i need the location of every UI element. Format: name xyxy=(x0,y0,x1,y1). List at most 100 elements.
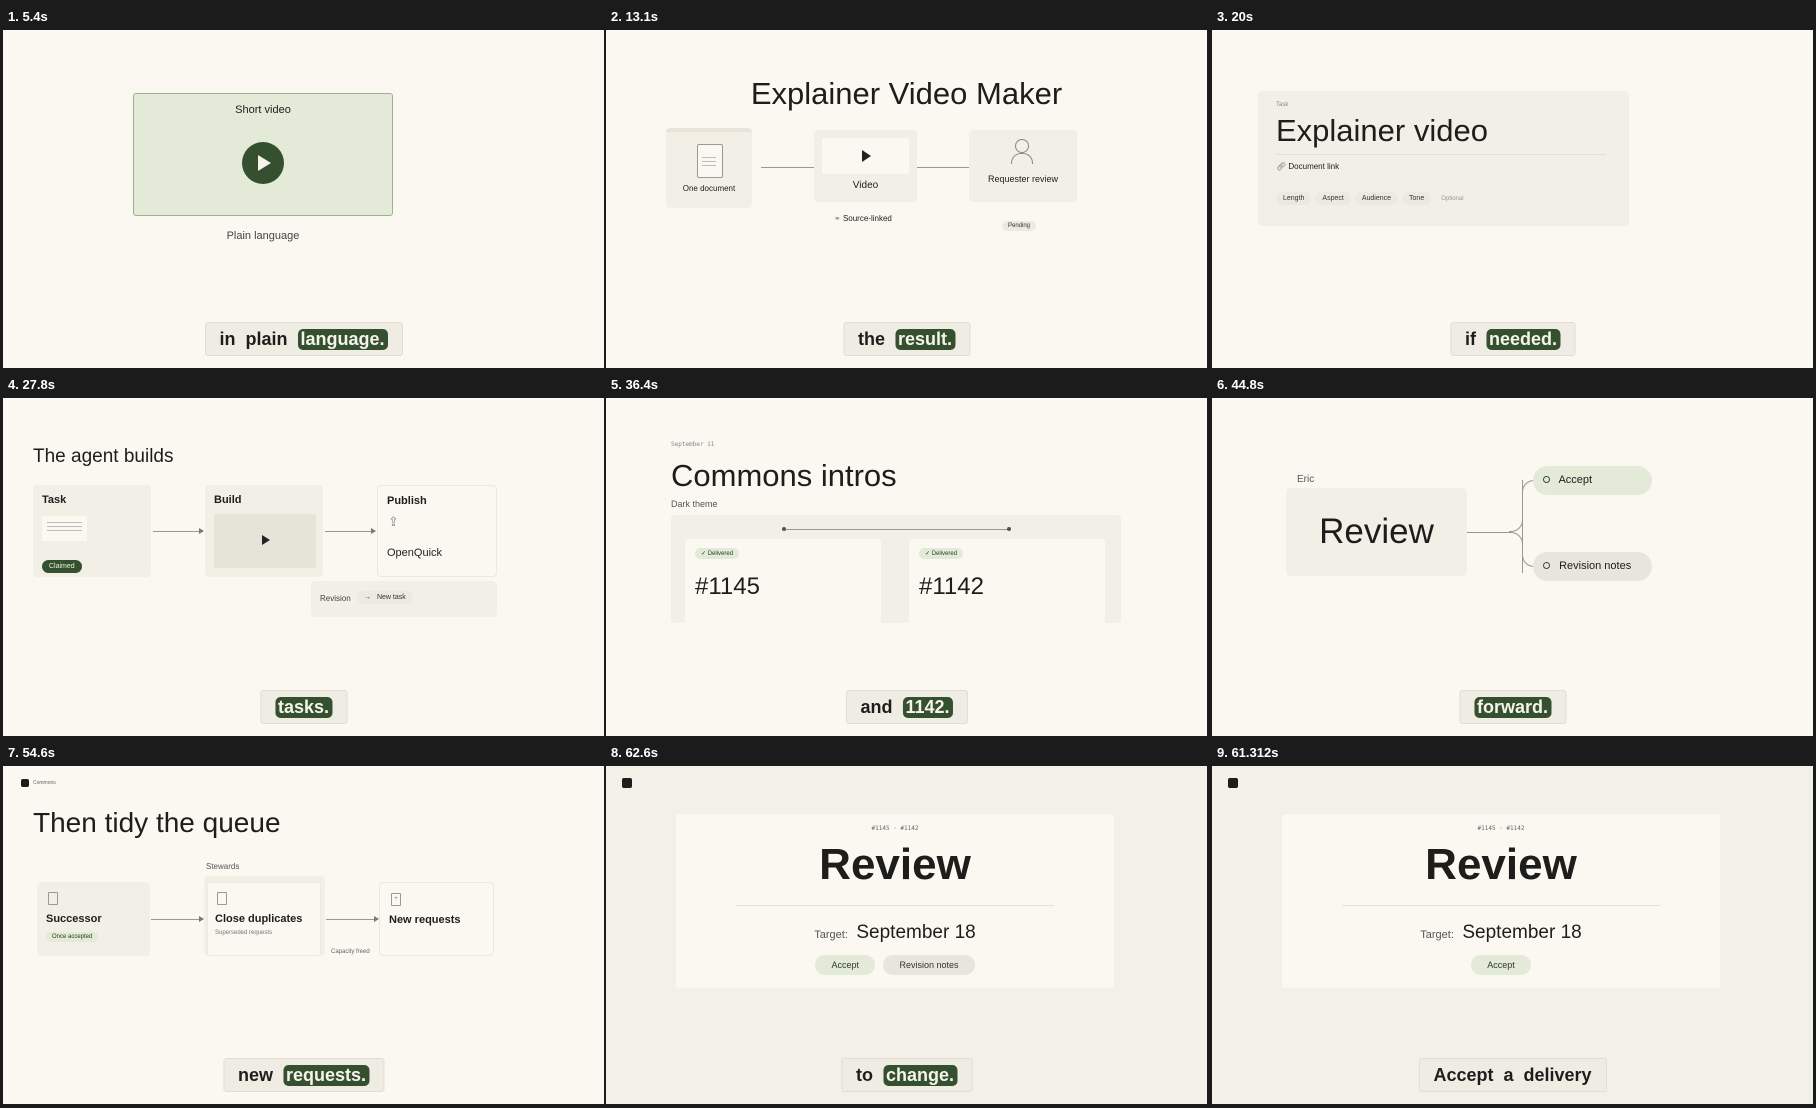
caption: in plain language. xyxy=(204,322,403,356)
arrow xyxy=(326,916,379,922)
arrow xyxy=(151,916,204,922)
target-row: Target: September 18 xyxy=(1420,922,1582,943)
target-date: September 18 xyxy=(1462,922,1582,943)
caption-highlight: tasks. xyxy=(274,696,333,718)
slide-title: The agent builds xyxy=(33,446,174,467)
frame-3: 3. 20s Task Explainer video 🔗︎ Document … xyxy=(1212,0,1816,368)
chip-aspect[interactable]: Aspect xyxy=(1315,192,1351,205)
revision-notes-option[interactable]: Revision notes xyxy=(1533,552,1652,581)
task-card: Task Explainer video 🔗︎ Document link Le… xyxy=(1258,91,1629,226)
task-node: Task Claimed xyxy=(33,485,151,577)
delivery-id: #1145 xyxy=(695,573,760,600)
close-duplicates-node: Close duplicates Superseded requests xyxy=(204,876,325,956)
caption: tasks. xyxy=(259,690,348,724)
reviewer-name: Eric xyxy=(1297,474,1315,485)
caption-highlight: 1142. xyxy=(902,696,953,718)
frame-label: 7. 54.6s xyxy=(0,736,607,766)
caption-word: in xyxy=(219,328,236,349)
caption: Accept a delivery xyxy=(1418,1058,1607,1092)
build-node: Build xyxy=(205,485,323,577)
caption: the result. xyxy=(842,322,971,356)
frame-label: 3. 20s xyxy=(1212,0,1816,30)
arrow xyxy=(153,528,204,534)
target-date: September 18 xyxy=(856,922,976,943)
arrow xyxy=(325,528,376,534)
source-linked: ⚭ Source-linked xyxy=(834,214,892,223)
task-label: Task xyxy=(1276,102,1289,108)
task-title: Explainer video xyxy=(1276,113,1488,148)
video-label: Video xyxy=(852,180,879,191)
slide-title: Commons intros xyxy=(671,458,897,493)
review-card: Review xyxy=(1286,488,1467,576)
play-icon xyxy=(862,150,871,162)
document-icon xyxy=(48,892,58,905)
document-link[interactable]: 🔗︎ Document link xyxy=(1276,162,1339,171)
chip-tone[interactable]: Tone xyxy=(1402,192,1432,205)
frame-label: 6. 44.8s xyxy=(1212,368,1816,398)
brand-name: Commons xyxy=(33,780,56,786)
caption-highlight: needed. xyxy=(1485,328,1561,350)
review-card: #1145 · #1142 Review Target: September 1… xyxy=(1282,814,1720,988)
slide: #1145 · #1142 Review Target: September 1… xyxy=(1212,766,1813,1104)
frame-label: 2. 13.1s xyxy=(606,0,1210,30)
slide: Explainer Video Maker One document Video xyxy=(606,30,1207,368)
pending-badge: Pending xyxy=(1002,214,1037,232)
caption: if needed. xyxy=(1449,322,1576,356)
slide: Short video Plain language in plain lang… xyxy=(3,30,604,368)
caption: forward. xyxy=(1458,690,1567,724)
caption-word: the xyxy=(857,328,885,349)
delivery-ids: #1145 · #1142 xyxy=(871,825,919,832)
circle-icon xyxy=(1543,562,1550,569)
capacity-freed-label: Capacity freed xyxy=(331,949,370,955)
caption-highlight: change. xyxy=(882,1064,958,1086)
frame-5: 5. 36.4s September 11 Commons intros Dar… xyxy=(606,368,1210,736)
subtitle: Plain language xyxy=(226,230,300,242)
video-card[interactable]: Short video xyxy=(133,93,393,216)
theme-label: Dark theme xyxy=(671,499,718,509)
claimed-badge: Claimed xyxy=(42,560,82,573)
timeline xyxy=(783,529,1009,530)
frame-2: 2. 13.1s Explainer Video Maker One docum… xyxy=(606,0,1210,368)
chip-length[interactable]: Length xyxy=(1276,192,1312,205)
chip-audience[interactable]: Audience xyxy=(1354,192,1399,205)
video-node: Video xyxy=(814,130,917,202)
document-card: One document xyxy=(666,128,752,208)
delivery-row: ✓ Delivered #1145 ✓ Delivered #1142 xyxy=(671,515,1121,625)
check-icon: ✓ xyxy=(701,551,707,557)
revision-notes-button[interactable]: Revision notes xyxy=(883,955,975,975)
accept-option[interactable]: Accept xyxy=(1533,466,1652,495)
stewards-label: Stewards xyxy=(206,862,240,871)
delivery-card[interactable]: ✓ Delivered #1142 xyxy=(909,539,1105,625)
target-row: Target: September 18 xyxy=(814,922,976,943)
caption-word: Accept xyxy=(1433,1064,1494,1085)
publish-node: Publish ⇪ OpenQuick xyxy=(377,485,497,577)
new-task-chip[interactable]: → New task xyxy=(357,591,413,604)
review-title: Review xyxy=(819,840,971,889)
successor-node: Successor Once accepted xyxy=(37,882,150,956)
slide-title: Then tidy the queue xyxy=(33,807,281,838)
optional-label: Optional xyxy=(1441,195,1464,202)
document-label: One document xyxy=(682,184,736,193)
slide: The agent builds Task Claimed Build Publ… xyxy=(3,398,604,736)
frame-label: 1. 5.4s xyxy=(0,0,607,30)
slide: Task Explainer video 🔗︎ Document link Le… xyxy=(1212,30,1813,368)
delivery-id: #1142 xyxy=(919,573,984,600)
play-icon xyxy=(258,155,271,171)
accept-button[interactable]: Accept xyxy=(1471,955,1531,975)
caption: and 1142. xyxy=(845,690,968,724)
frame-4: 4. 27.8s The agent builds Task Claimed B… xyxy=(0,368,607,736)
upload-icon: ⇪ xyxy=(388,514,399,529)
brand-logo xyxy=(1228,778,1238,788)
caption-word: plain xyxy=(245,328,288,349)
document-icon xyxy=(697,144,723,178)
play-button[interactable] xyxy=(242,142,284,184)
caption: to change. xyxy=(840,1058,973,1092)
frame-9: 9. 61.312s #1145 · #1142 Review Target: … xyxy=(1212,736,1816,1104)
delivery-card[interactable]: ✓ Delivered #1145 xyxy=(685,539,881,625)
accept-button[interactable]: Accept xyxy=(815,955,875,975)
frame-label: 5. 36.4s xyxy=(606,368,1210,398)
document-thumb xyxy=(42,516,87,541)
brand-logo xyxy=(21,779,29,787)
slide-title: Explainer Video Maker xyxy=(750,76,1063,111)
option-chips: Length Aspect Audience Tone Optional xyxy=(1276,192,1464,205)
